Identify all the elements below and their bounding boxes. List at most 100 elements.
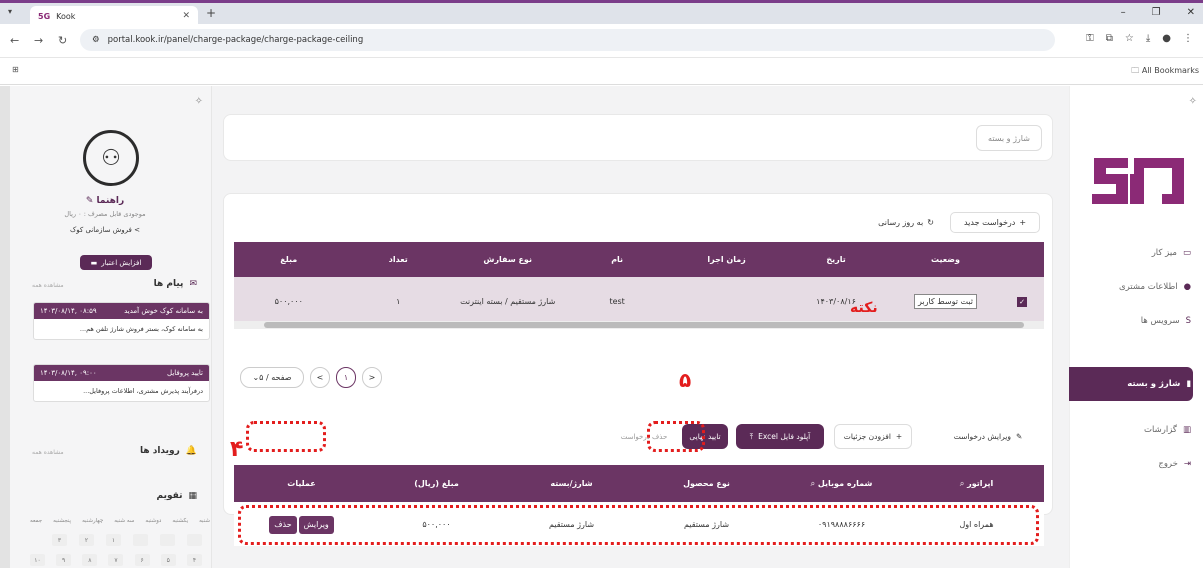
restore-icon[interactable]: ❐ xyxy=(1152,7,1161,18)
search-icon[interactable]: ⌕ xyxy=(811,479,815,488)
new-request-button[interactable]: + درخواست جدید xyxy=(950,212,1040,233)
messages-see-all[interactable]: مشاهده همه xyxy=(32,282,64,289)
column-header: تعداد xyxy=(388,255,408,264)
forward-icon[interactable]: → xyxy=(34,34,43,47)
site-info-icon[interactable]: ⚙ xyxy=(92,35,100,45)
count-cell: ۱ xyxy=(396,297,401,306)
nav-label: میز کار xyxy=(1151,248,1177,258)
page-number-button[interactable]: ۱ xyxy=(336,367,356,388)
url-field[interactable]: ⚙ portal.kook.ir/panel/charge-package/ch… xyxy=(80,29,1055,51)
prev-page-button[interactable]: < xyxy=(310,367,330,388)
column-header: زمان اجرا xyxy=(707,255,746,264)
install-app-icon[interactable]: ⧉ xyxy=(1106,33,1113,44)
password-key-icon[interactable]: ⚿ xyxy=(1086,33,1094,44)
nav-item-customer-info[interactable]: اطلاعات مشتری ● xyxy=(1069,270,1203,304)
bookmark-star-icon[interactable]: ☆ xyxy=(1125,33,1134,44)
calendar-day[interactable]: ۵ xyxy=(160,554,176,566)
page-size-label: ۵ / صفحه xyxy=(259,373,292,382)
events-header: 🔔 رویداد ها xyxy=(140,446,197,456)
request-table: وضعیت تاریخ زمان اجرا نام نوع سفارش تعدا… xyxy=(234,242,1044,326)
reload-icon[interactable]: ↻ xyxy=(58,34,67,47)
credit-card-icon: ▬ xyxy=(90,258,98,267)
new-tab-icon[interactable]: + xyxy=(206,6,216,20)
browser-tab-bar: ▾ 5G Kook ✕ + – ❐ ✕ xyxy=(0,0,1203,26)
nav-item-services[interactable]: سرویس ها S xyxy=(1069,304,1203,338)
browser-menu-icon[interactable]: ⋮ xyxy=(1183,33,1193,44)
pin-icon[interactable]: ✧ xyxy=(1189,96,1197,107)
guide-link[interactable]: ✎ راهنما xyxy=(10,196,200,206)
calendar-day[interactable]: ۲ xyxy=(79,534,94,546)
back-icon[interactable]: ← xyxy=(10,34,19,47)
add-details-button[interactable]: + افزودن جزئیات xyxy=(834,424,912,449)
increase-credit-button[interactable]: ▬ افزایش اعتبار xyxy=(80,255,152,270)
column-header: اپراتور ⌕ xyxy=(909,479,1044,489)
tab-list-menu-icon[interactable]: ▾ xyxy=(8,7,12,16)
calendar-day[interactable]: ۱ xyxy=(106,534,121,546)
calendar-row: ۳ ۲ ۱ xyxy=(52,534,202,546)
table-row[interactable]: ✓ ثبت توسط کاربر ۱۴۰۳/۰۸/۱۶ test شارژ مس… xyxy=(234,277,1044,326)
calendar-header: ▦ تقویم xyxy=(157,491,197,501)
messages-header: ✉ پیام ها xyxy=(154,279,197,289)
message-title: تایید پروفایل xyxy=(167,369,203,377)
browser-toolbar-icons: ⚿ ⧉ ☆ ⤓ ● ⋮ xyxy=(1086,33,1193,44)
nav-item-logout[interactable]: خروج ⇥ xyxy=(1069,447,1203,481)
plus-icon: + xyxy=(895,432,903,441)
messages-icon: ✉ xyxy=(189,279,197,289)
nav-item-dashboard[interactable]: میز کار ▭ xyxy=(1069,236,1203,270)
download-icon[interactable]: ⤓ xyxy=(1146,33,1150,44)
refresh-button[interactable]: ↻ به روز رسانی xyxy=(866,212,946,233)
status-badge: ثبت توسط کاربر xyxy=(913,294,977,309)
address-bar-row: ← → ↻ ⚙ portal.kook.ir/panel/charge-pack… xyxy=(0,24,1203,58)
column-header: مبلغ xyxy=(280,255,298,264)
message-body: درفرآیند پذیرش مشتری، اطلاعات پروفایل... xyxy=(83,387,203,395)
calendar-day[interactable]: ۴ xyxy=(186,554,202,566)
column-header-label: شماره موبایل xyxy=(817,478,873,488)
table-header-row: وضعیت تاریخ زمان اجرا نام نوع سفارش تعدا… xyxy=(234,242,1044,277)
column-header: شارژ/بسته xyxy=(550,479,593,488)
tab-close-icon[interactable]: ✕ xyxy=(182,11,190,21)
edit-request-button[interactable]: ✎ ویرایش درخواست xyxy=(936,424,1040,449)
user-avatar-icon: ⚇ xyxy=(83,130,139,186)
calendar-title: تقویم xyxy=(156,491,183,501)
sales-link[interactable]: فروش سازمانی کوک < xyxy=(10,226,200,234)
message-card[interactable]: ۱۴۰۳/۰۸/۱۴, ۰۹:۰۰ تایید پروفایل درفرآیند … xyxy=(33,364,210,402)
column-header: نام xyxy=(611,255,624,264)
calendar-day[interactable]: ۷ xyxy=(108,554,124,566)
close-window-icon[interactable]: ✕ xyxy=(1187,7,1195,18)
all-bookmarks[interactable]: 🗀 All Bookmarks xyxy=(1131,65,1199,79)
browser-tab[interactable]: 5G Kook ✕ xyxy=(30,6,198,26)
main-content: شارژ و بسته + درخواست جدید ↻ به روز رسانی … xyxy=(212,86,1069,568)
upload-excel-button[interactable]: آپلود فایل Excel ⤒ xyxy=(736,424,824,449)
calendar-day[interactable]: ۹ xyxy=(56,554,72,566)
page-size-select[interactable]: ⌄ ۵ / صفحه xyxy=(240,367,304,388)
search-icon[interactable]: ⌕ xyxy=(960,479,964,488)
message-card[interactable]: ۱۴۰۳/۰۸/۱۴, ۰۸:۵۹ به سامانه کوک خوش آمدید… xyxy=(33,302,210,340)
credit-button-label: افزایش اعتبار xyxy=(101,258,142,267)
calendar-weekdays: جمعه پنجشنبه چهارشنبه سه شنبه دوشنبه یکش… xyxy=(30,518,210,524)
calendar-day[interactable]: ۳ xyxy=(52,534,67,546)
nav-item-charge-package[interactable]: شارژ و بسته ▮ xyxy=(1069,367,1193,401)
row-checkbox[interactable]: ✓ xyxy=(1000,296,1044,307)
profile-icon[interactable]: ● xyxy=(1162,33,1171,44)
column-header: عملیات xyxy=(287,479,316,488)
column-header: وضعیت xyxy=(931,255,960,264)
next-page-button[interactable]: > xyxy=(362,367,382,388)
left-side-panel: ✧ ⚇ ✎ راهنما موجودی قابل مصرف : ۰ ریال ف… xyxy=(0,86,212,568)
weekday: یکشنبه xyxy=(172,518,189,524)
scrollbar-thumb[interactable] xyxy=(264,322,1024,328)
minimize-icon[interactable]: – xyxy=(1121,7,1126,18)
chevron-left-icon: < xyxy=(134,226,140,234)
charge-icon: ▮ xyxy=(1186,379,1191,389)
new-request-label: درخواست جدید xyxy=(963,218,1016,227)
horizontal-scrollbar[interactable] xyxy=(234,321,1044,329)
calendar-day[interactable]: ۱۰ xyxy=(30,554,45,566)
events-see-all[interactable]: مشاهده همه xyxy=(32,449,64,456)
pin-icon[interactable]: ✧ xyxy=(195,96,203,107)
apps-grid-icon[interactable]: ⊞ xyxy=(12,65,19,74)
breadcrumb[interactable]: شارژ و بسته xyxy=(976,125,1042,151)
calendar-day[interactable]: ۸ xyxy=(82,554,98,566)
upload-icon: ⤒ xyxy=(749,431,754,441)
calendar-day[interactable]: ۶ xyxy=(134,554,150,566)
nav-item-reports[interactable]: گزارشات ▥ xyxy=(1069,413,1203,447)
